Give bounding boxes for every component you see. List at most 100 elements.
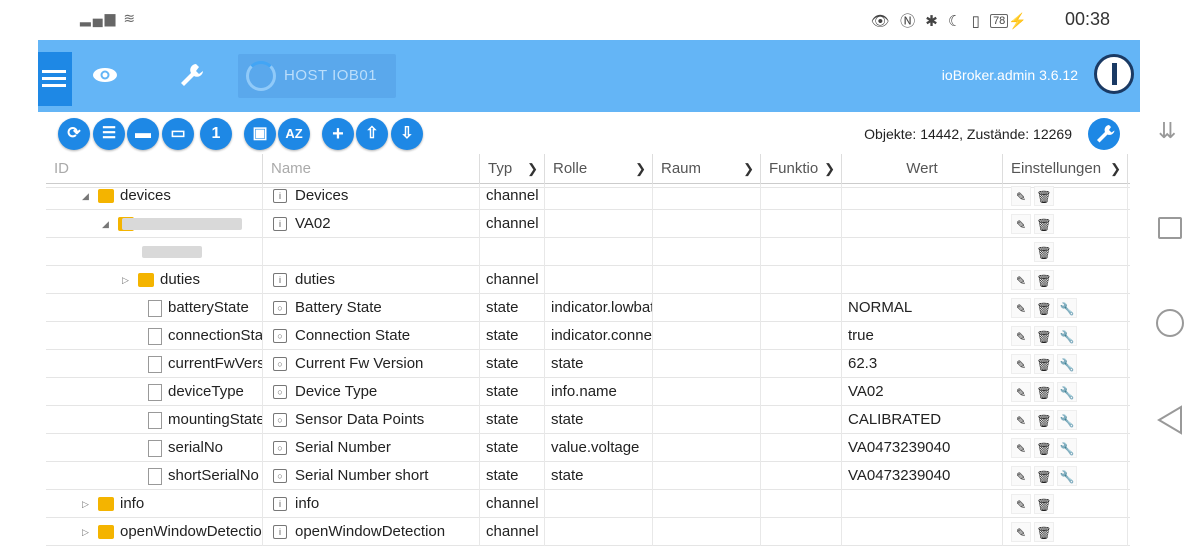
settings-wrench-icon[interactable] <box>1088 118 1120 150</box>
menu-button[interactable] <box>38 52 72 106</box>
person-icon[interactable]: ▣ <box>244 118 276 150</box>
add-icon[interactable]: + <box>322 118 354 150</box>
raum-cell[interactable] <box>653 266 761 294</box>
delete-icon[interactable]: 🗑 <box>1034 494 1054 514</box>
typ-cell[interactable]: state <box>480 350 545 378</box>
edit-icon[interactable]: ✎ <box>1011 382 1031 402</box>
id-cell[interactable]: serialNo <box>46 434 263 462</box>
name-cell[interactable]: i info <box>263 490 480 518</box>
edit-icon[interactable]: ✎ <box>1011 466 1031 486</box>
edit-icon[interactable]: ✎ <box>1011 494 1031 514</box>
wrench-icon[interactable]: 🔧 <box>1057 326 1077 346</box>
col-funktion[interactable]: Funktio ❯ <box>761 154 842 184</box>
funk-cell[interactable] <box>761 350 842 378</box>
funk-cell[interactable] <box>761 378 842 406</box>
collapse-arrow-icon[interactable]: ◢ <box>102 210 109 238</box>
wert-cell[interactable]: VA02 <box>842 378 1003 406</box>
typ-cell[interactable]: state <box>480 322 545 350</box>
funk-cell[interactable] <box>761 238 842 266</box>
col-wert[interactable]: Wert <box>842 154 1003 184</box>
table-row[interactable]: connectionState ○ Connection State stateind… <box>46 322 1130 350</box>
recents-square-icon[interactable] <box>1158 217 1182 239</box>
table-row[interactable]: mountingState ○ Sensor Data Points state sta… <box>46 406 1130 434</box>
wert-cell[interactable] <box>842 266 1003 294</box>
id-cell[interactable]: ◢ <box>46 210 263 238</box>
typ-cell[interactable]: channel <box>480 210 545 238</box>
raum-cell[interactable] <box>653 350 761 378</box>
edit-icon[interactable]: ✎ <box>1011 354 1031 374</box>
collapse-arrow-icon[interactable]: ◢ <box>82 184 89 210</box>
col-einstellungen[interactable]: Einstellungen ❯ <box>1003 154 1128 184</box>
upload-icon[interactable]: ⇧ <box>356 118 388 150</box>
home-circle-icon[interactable] <box>1156 309 1184 337</box>
col-name[interactable]: Name <box>263 154 480 184</box>
edit-icon[interactable]: ✎ <box>1011 438 1031 458</box>
col-rolle[interactable]: Rolle ❯ <box>545 154 653 184</box>
typ-cell[interactable]: channel <box>480 518 545 546</box>
raum-cell[interactable] <box>653 518 761 546</box>
delete-icon[interactable]: 🗑 <box>1034 410 1054 430</box>
sort-az-icon[interactable]: AZ <box>278 118 310 150</box>
raum-cell[interactable] <box>653 322 761 350</box>
wert-cell[interactable] <box>842 210 1003 238</box>
raum-cell[interactable] <box>653 378 761 406</box>
typ-cell[interactable]: state <box>480 462 545 490</box>
delete-icon[interactable]: 🗑 <box>1034 214 1054 234</box>
raum-cell[interactable] <box>653 490 761 518</box>
wert-cell[interactable] <box>842 238 1003 266</box>
name-cell[interactable]: ○ Battery State <box>263 294 480 322</box>
funk-cell[interactable] <box>761 406 842 434</box>
rolle-cell[interactable]: indicator.connected <box>545 322 653 350</box>
table-row[interactable]: ▷ info i info channel ✎ 🗑 <box>46 490 1130 518</box>
edit-icon[interactable]: ✎ <box>1011 186 1031 206</box>
delete-icon[interactable]: 🗑 <box>1034 354 1054 374</box>
raum-cell[interactable] <box>653 238 761 266</box>
id-cell[interactable]: ▷ duties <box>46 266 263 294</box>
id-cell[interactable]: batteryState <box>46 294 263 322</box>
typ-cell[interactable] <box>480 238 545 266</box>
wrench-icon[interactable]: 🔧 <box>1057 438 1077 458</box>
edit-icon[interactable]: ✎ <box>1011 214 1031 234</box>
rolle-cell[interactable]: state <box>545 406 653 434</box>
refresh-icon[interactable]: ⟳ <box>58 118 90 150</box>
name-cell[interactable]: ○ Current Fw Version <box>263 350 480 378</box>
expand-arrow-icon[interactable]: ▷ <box>82 490 89 518</box>
name-cell[interactable]: ○ Serial Number <box>263 434 480 462</box>
delete-icon[interactable]: 🗑 <box>1034 438 1054 458</box>
edit-icon[interactable]: ✎ <box>1011 270 1031 290</box>
funk-cell[interactable] <box>761 266 842 294</box>
delete-icon[interactable]: 🗑 <box>1034 522 1054 542</box>
rolle-cell[interactable] <box>545 266 653 294</box>
name-cell[interactable]: i Devices <box>263 184 480 210</box>
wrench-icon[interactable]: 🔧 <box>1057 410 1077 430</box>
rolle-cell[interactable]: value.voltage <box>545 434 653 462</box>
typ-cell[interactable]: channel <box>480 266 545 294</box>
table-row[interactable]: ▷ duties i duties channel ✎ 🗑 <box>46 266 1130 294</box>
id-cell[interactable]: deviceType <box>46 378 263 406</box>
expand-arrow-icon[interactable]: ▷ <box>82 518 89 546</box>
funk-cell[interactable] <box>761 322 842 350</box>
wert-cell[interactable]: NORMAL <box>842 294 1003 322</box>
name-cell[interactable]: ○ Serial Number short <box>263 462 480 490</box>
raum-cell[interactable] <box>653 184 761 210</box>
typ-cell[interactable]: state <box>480 294 545 322</box>
id-cell[interactable]: mountingState <box>46 406 263 434</box>
delete-icon[interactable]: 🗑 <box>1034 186 1054 206</box>
table-row[interactable]: ▷ openWindowDetection i openWindowDetection… <box>46 518 1130 546</box>
delete-icon[interactable]: 🗑 <box>1034 326 1054 346</box>
table-row[interactable]: serialNo ○ Serial Number state value.voltage… <box>46 434 1130 462</box>
table-row[interactable]: deviceType ○ Device Type state info.name VA02… <box>46 378 1130 406</box>
wert-cell[interactable]: CALIBRATED <box>842 406 1003 434</box>
funk-cell[interactable] <box>761 184 842 210</box>
delete-icon[interactable]: 🗑 <box>1034 298 1054 318</box>
id-cell[interactable] <box>46 238 263 266</box>
delete-icon[interactable]: 🗑 <box>1034 382 1054 402</box>
expand-arrow-icon[interactable]: ▷ <box>122 266 129 294</box>
id-cell[interactable]: connectionState <box>46 322 263 350</box>
wrench-icon[interactable]: 🔧 <box>1057 466 1077 486</box>
collapse-down-icon[interactable]: ⇊ <box>1158 118 1176 144</box>
funk-cell[interactable] <box>761 294 842 322</box>
name-cell[interactable]: i VA02 <box>263 210 480 238</box>
name-cell[interactable]: ○ Device Type <box>263 378 480 406</box>
rolle-cell[interactable]: state <box>545 350 653 378</box>
